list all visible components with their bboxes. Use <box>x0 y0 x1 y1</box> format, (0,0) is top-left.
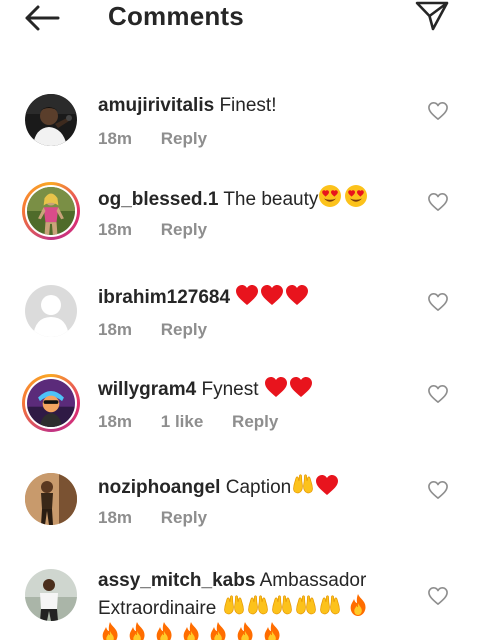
user-photo <box>25 94 77 146</box>
header-bar: Comments <box>0 0 480 36</box>
comment-text: Fynest <box>201 379 259 400</box>
fire-emoji-icon <box>98 621 122 640</box>
comment-text: The beauty <box>223 189 319 210</box>
reply-button[interactable]: Reply <box>161 220 207 239</box>
reply-button[interactable]: Reply <box>161 129 207 148</box>
raised-hands-emoji-icon <box>246 593 270 617</box>
comment-item: noziphoangel Caption 18m Reply <box>0 470 480 560</box>
page-title: Comments <box>108 1 244 31</box>
arrow-left-icon <box>25 5 60 31</box>
raised-hands-emoji-icon <box>270 593 294 617</box>
reply-button[interactable]: Reply <box>161 320 207 339</box>
fire-emoji-icon <box>152 621 176 640</box>
heart-eyes-emoji-icon <box>344 184 368 208</box>
likes-count-button[interactable]: 1 like <box>161 412 204 431</box>
comment-timestamp: 18m <box>98 220 133 239</box>
user-photo <box>27 379 75 427</box>
fire-emoji-icon <box>346 593 370 617</box>
reply-button[interactable]: Reply <box>232 412 278 431</box>
comment-username[interactable]: noziphoangel <box>98 477 220 498</box>
heart-eyes-emoji-icon <box>318 184 342 208</box>
red-heart-emoji-icon <box>289 376 313 398</box>
user-photo <box>25 473 77 525</box>
fire-emoji-icon <box>179 621 203 640</box>
avatar[interactable] <box>22 374 80 432</box>
paper-plane-icon <box>415 1 449 31</box>
back-button[interactable] <box>22 4 62 32</box>
comment-username[interactable]: willygram4 <box>98 379 196 400</box>
avatar[interactable] <box>22 182 80 240</box>
comment-timestamp: 18m <box>98 508 133 527</box>
heart-outline-icon[interactable] <box>427 384 449 404</box>
red-heart-emoji-icon <box>264 376 288 398</box>
comment-username[interactable]: og_blessed.1 <box>98 189 218 210</box>
comment-timestamp: 18m <box>98 320 133 339</box>
heart-outline-icon[interactable] <box>427 192 449 212</box>
comment-timestamp: 18m <box>98 412 133 431</box>
comment-item: amujirivitalis Finest! 18m Reply <box>0 91 480 181</box>
raised-hands-emoji-icon <box>222 593 246 617</box>
raised-hands-emoji-icon <box>291 472 315 496</box>
heart-outline-icon[interactable] <box>427 292 449 312</box>
comment-username[interactable]: assy_mitch_kabs <box>98 570 255 591</box>
fire-emoji-icon <box>125 621 149 640</box>
comment-item: ibrahim127684 18m Reply <box>0 282 480 372</box>
avatar[interactable] <box>22 91 80 149</box>
fire-emoji-icon <box>233 621 257 640</box>
red-heart-emoji-icon <box>315 474 339 496</box>
reply-button[interactable]: Reply <box>161 508 207 527</box>
heart-outline-icon[interactable] <box>427 480 449 500</box>
heart-outline-icon[interactable] <box>427 101 449 121</box>
raised-hands-emoji-icon <box>318 593 342 617</box>
avatar[interactable] <box>22 470 80 528</box>
avatar[interactable] <box>22 282 80 340</box>
user-photo <box>25 569 77 621</box>
raised-hands-emoji-icon <box>294 593 318 617</box>
comment-text: Finest! <box>219 95 277 116</box>
fire-emoji-icon <box>206 621 230 640</box>
user-photo <box>27 187 75 235</box>
comment-username[interactable]: amujirivitalis <box>98 95 214 116</box>
comment-timestamp: 18m <box>98 129 133 148</box>
share-button[interactable] <box>414 0 450 32</box>
comment-item: willygram4 Fynest 18m 1 like Reply <box>0 374 480 464</box>
red-heart-emoji-icon <box>235 284 259 306</box>
comment-text: Caption <box>225 477 292 498</box>
default-avatar-icon <box>25 285 77 337</box>
fire-emoji-icon <box>260 621 284 640</box>
comment-item: og_blessed.1 The beauty 18m Reply <box>0 182 480 272</box>
red-heart-emoji-icon <box>285 284 309 306</box>
avatar[interactable] <box>22 566 80 624</box>
heart-outline-icon[interactable] <box>427 586 449 606</box>
comment-item: assy_mitch_kabs Ambassador Extraordinair… <box>0 566 480 640</box>
red-heart-emoji-icon <box>260 284 284 306</box>
comment-username[interactable]: ibrahim127684 <box>98 287 230 308</box>
